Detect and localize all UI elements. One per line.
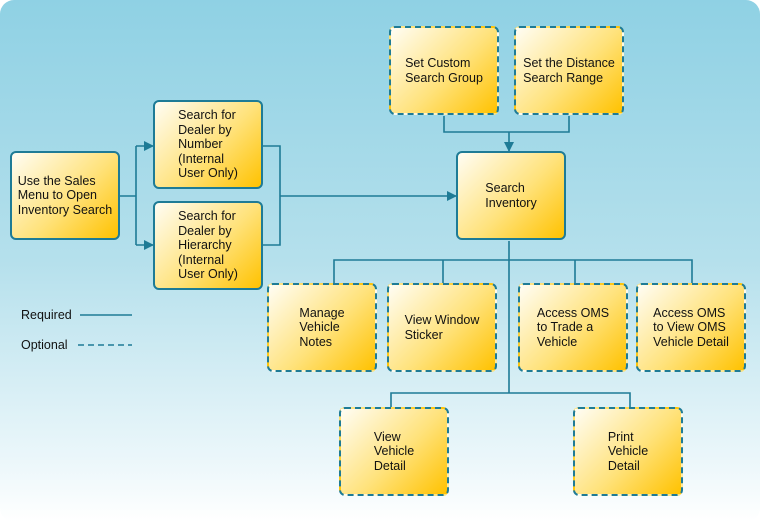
box-label-line: Use the Sales [17, 173, 96, 188]
box-label-line: Menu to Open [17, 188, 97, 203]
box-label-line: Vehicle [607, 444, 649, 459]
box-label-line: (Internal [178, 151, 224, 166]
box-print-vehicle-detail: Print Vehicle Detail [573, 407, 683, 496]
box-label-line: (Internal [178, 252, 224, 267]
box-label-line: Vehicle [536, 334, 578, 349]
box-label-line: Manage [299, 305, 345, 320]
legend-required-label: Required [21, 308, 72, 322]
box-label-line: Access OMS [653, 305, 726, 320]
box-label: Search for Dealer by Hierarchy (Internal Use… [178, 209, 238, 282]
box-label: Print Vehicle Detail [608, 430, 648, 474]
box-label: View Window Sticker [405, 313, 480, 342]
box-label-line: Search [485, 181, 525, 195]
box-access-oms-trade: Access OMS to Trade a Vehicle [518, 283, 628, 372]
box-label-line: Detail [373, 458, 406, 473]
connector-row2 [390, 392, 631, 407]
box-access-oms-view-detail: Access OMS to View OMS Vehicle Detail [636, 283, 746, 372]
box-label-line: Vehicle [299, 320, 340, 335]
box-view-window-sticker: View Window Sticker [387, 283, 497, 372]
box-label: View Vehicle Detail [374, 430, 414, 474]
connector-top-options [443, 116, 570, 133]
box-label: Access OMS to View OMS Vehicle Detail [653, 306, 729, 350]
box-label-line: Sticker [404, 327, 443, 342]
box-label: Access OMS to Trade a Vehicle [537, 306, 609, 350]
box-label-line: Hierarchy [178, 238, 232, 253]
connector-row1 [333, 259, 693, 283]
box-manage-vehicle-notes: Manage Vehicle Notes [267, 283, 377, 372]
box-label-line: Inventory Search [17, 202, 113, 217]
box-label-line: Print [607, 429, 634, 444]
box-label-line: Set the Distance [523, 56, 615, 70]
box-label-line: to View OMS [653, 320, 726, 335]
box-label-line: Search Range [523, 70, 604, 85]
box-label-line: Vehicle [373, 444, 415, 459]
box-search-inventory: Search Inventory [456, 151, 566, 240]
box-search-dealer-hierarchy: Search for Dealer by Hierarchy (Internal Use… [153, 201, 263, 290]
box-set-distance-search-range: Set the Distance Search Range [514, 26, 624, 115]
box-label-line: User Only) [178, 267, 238, 282]
box-label-line: Dealer by [178, 122, 232, 137]
connector-dealer-merge [263, 145, 281, 246]
box-label-line: Search for [178, 108, 236, 123]
box-label-line: Set Custom [405, 56, 471, 70]
box-label-line: Vehicle Detail [653, 334, 729, 349]
box-label-line: Search Group [405, 70, 483, 85]
box-label: Search Inventory [485, 181, 536, 210]
box-label-line: Dealer by [178, 223, 232, 238]
box-label: Use the Sales Menu to Open Inventory Searc… [18, 174, 113, 218]
legend-optional-label: Optional [21, 338, 68, 352]
box-label: Search for Dealer by Number (Internal User O… [178, 108, 238, 181]
box-label-line: to Trade a [536, 320, 594, 335]
box-label-line: User Only) [178, 166, 238, 181]
box-use-sales-menu: Use the Sales Menu to Open Inventory Searc… [10, 151, 120, 240]
connector-sales-split [120, 146, 137, 245]
box-label: Set Custom Search Group [405, 56, 483, 85]
box-label: Set the Distance Search Range [523, 56, 615, 85]
box-label-line: Notes [299, 334, 333, 349]
box-label: Manage Vehicle Notes [299, 306, 344, 350]
box-label-line: Number [178, 137, 223, 152]
box-label-line: View Window [404, 313, 480, 327]
box-label-line: View [373, 429, 401, 444]
box-view-vehicle-detail: View Vehicle Detail [339, 407, 449, 496]
box-label-line: Detail [607, 458, 640, 473]
box-set-custom-search-group: Set Custom Search Group [389, 26, 499, 115]
box-search-dealer-number: Search for Dealer by Number (Internal User O… [153, 100, 263, 189]
box-label-line: Search for [178, 209, 236, 224]
box-label-line: Inventory [485, 195, 537, 210]
box-label-line: Access OMS [536, 305, 610, 320]
